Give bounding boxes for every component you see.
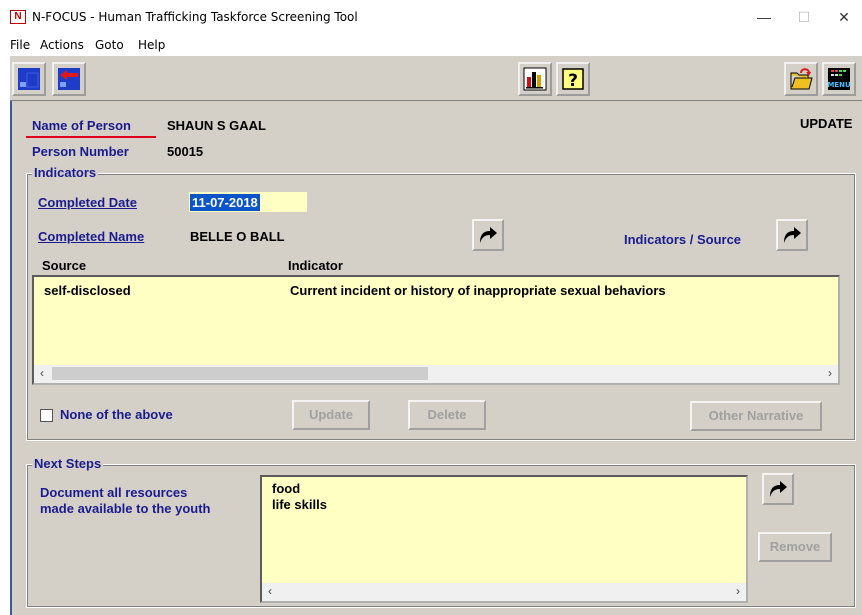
- close-button[interactable]: ✕: [824, 6, 862, 28]
- title-bar: N N-FOCUS - Human Trafficking Taskforce …: [0, 0, 862, 34]
- window-title: N-FOCUS - Human Trafficking Taskforce Sc…: [32, 10, 358, 24]
- curved-arrow-icon: [480, 227, 497, 243]
- name-of-person-label: Name of Person: [32, 118, 131, 133]
- svg-text:MENU: MENU: [827, 81, 851, 89]
- menu-file[interactable]: File: [10, 38, 30, 52]
- resource-item[interactable]: life skills: [272, 497, 327, 512]
- person-number-label: Person Number: [32, 144, 129, 159]
- indicators-list[interactable]: self-disclosed Current incident or histo…: [32, 275, 840, 385]
- scroll-thumb[interactable]: [52, 367, 428, 380]
- menu-button[interactable]: MENU: [822, 62, 856, 96]
- maximize-button[interactable]: ☐: [784, 6, 824, 28]
- minimize-button[interactable]: —: [744, 6, 784, 28]
- indicator-row-indicator[interactable]: Current incident or history of inappropr…: [290, 283, 666, 298]
- completed-name-label[interactable]: Completed Name: [38, 229, 144, 244]
- help-button[interactable]: ?: [556, 62, 590, 96]
- next-steps-prompt-line1: Document all resources: [40, 485, 188, 500]
- completed-name-value: BELLE O BALL: [190, 229, 285, 244]
- app-icon: N: [10, 10, 26, 24]
- completed-date-value: 11-07-2018: [190, 194, 260, 211]
- resources-horizontal-scrollbar[interactable]: ‹ ›: [262, 583, 746, 601]
- scroll-left-icon[interactable]: ‹: [268, 584, 272, 598]
- curved-arrow-icon: [770, 481, 787, 497]
- menu-actions[interactable]: Actions: [40, 38, 84, 52]
- delete-button[interactable]: Delete: [408, 400, 486, 430]
- chart-icon: [523, 67, 547, 91]
- indicator-row-source[interactable]: self-disclosed: [44, 283, 131, 298]
- indicators-horizontal-scrollbar[interactable]: ‹ ›: [34, 365, 838, 383]
- none-of-above-label[interactable]: None of the above: [60, 407, 173, 422]
- curved-arrow-icon: [784, 227, 801, 243]
- main-panel: Name of Person SHAUN S GAAL UPDATE Perso…: [10, 101, 862, 615]
- remove-button[interactable]: Remove: [758, 532, 832, 562]
- save-exit-icon: [18, 68, 40, 90]
- column-header-source: Source: [42, 258, 87, 273]
- indicators-source-label: Indicators / Source: [624, 232, 742, 247]
- update-button[interactable]: Update: [292, 400, 370, 430]
- toolbar: ? MENU: [10, 55, 862, 101]
- back-button[interactable]: [52, 62, 86, 96]
- mode-label: UPDATE: [800, 116, 853, 131]
- next-steps-group-title: Next Steps: [32, 456, 104, 471]
- column-header-indicator: Indicator: [288, 258, 343, 273]
- person-number: 50015: [167, 144, 204, 159]
- svg-text:?: ?: [568, 71, 578, 91]
- resource-item[interactable]: food: [272, 481, 300, 496]
- indicators-group-title: Indicators: [32, 165, 99, 180]
- open-folder-icon: [790, 68, 813, 90]
- completed-name-go-button[interactable]: [472, 219, 504, 251]
- completed-date-input[interactable]: 11-07-2018: [188, 191, 308, 213]
- none-of-above-checkbox[interactable]: [40, 409, 53, 422]
- save-exit-button[interactable]: [12, 62, 46, 96]
- menu-bar: File Actions Goto Help: [0, 34, 862, 54]
- resources-list[interactable]: food life skills ‹ ›: [260, 475, 748, 603]
- open-folder-button[interactable]: [784, 62, 818, 96]
- menu-icon: MENU: [827, 68, 851, 90]
- person-name: SHAUN S GAAL: [167, 118, 266, 133]
- next-steps-go-button[interactable]: [762, 473, 794, 505]
- red-underline: [26, 136, 156, 138]
- scroll-right-icon[interactable]: ›: [736, 584, 740, 598]
- scroll-left-icon[interactable]: ‹: [40, 366, 44, 380]
- menu-help[interactable]: Help: [138, 38, 165, 52]
- menu-goto[interactable]: Goto: [95, 38, 124, 52]
- chart-button[interactable]: [518, 62, 552, 96]
- indicators-source-go-button[interactable]: [776, 219, 808, 251]
- back-icon: [58, 68, 80, 90]
- other-narrative-button[interactable]: Other Narrative: [690, 401, 822, 431]
- help-icon: ?: [562, 68, 584, 91]
- completed-date-label[interactable]: Completed Date: [38, 195, 137, 210]
- next-steps-prompt-line2: made available to the youth: [40, 501, 211, 516]
- scroll-right-icon[interactable]: ›: [828, 366, 832, 380]
